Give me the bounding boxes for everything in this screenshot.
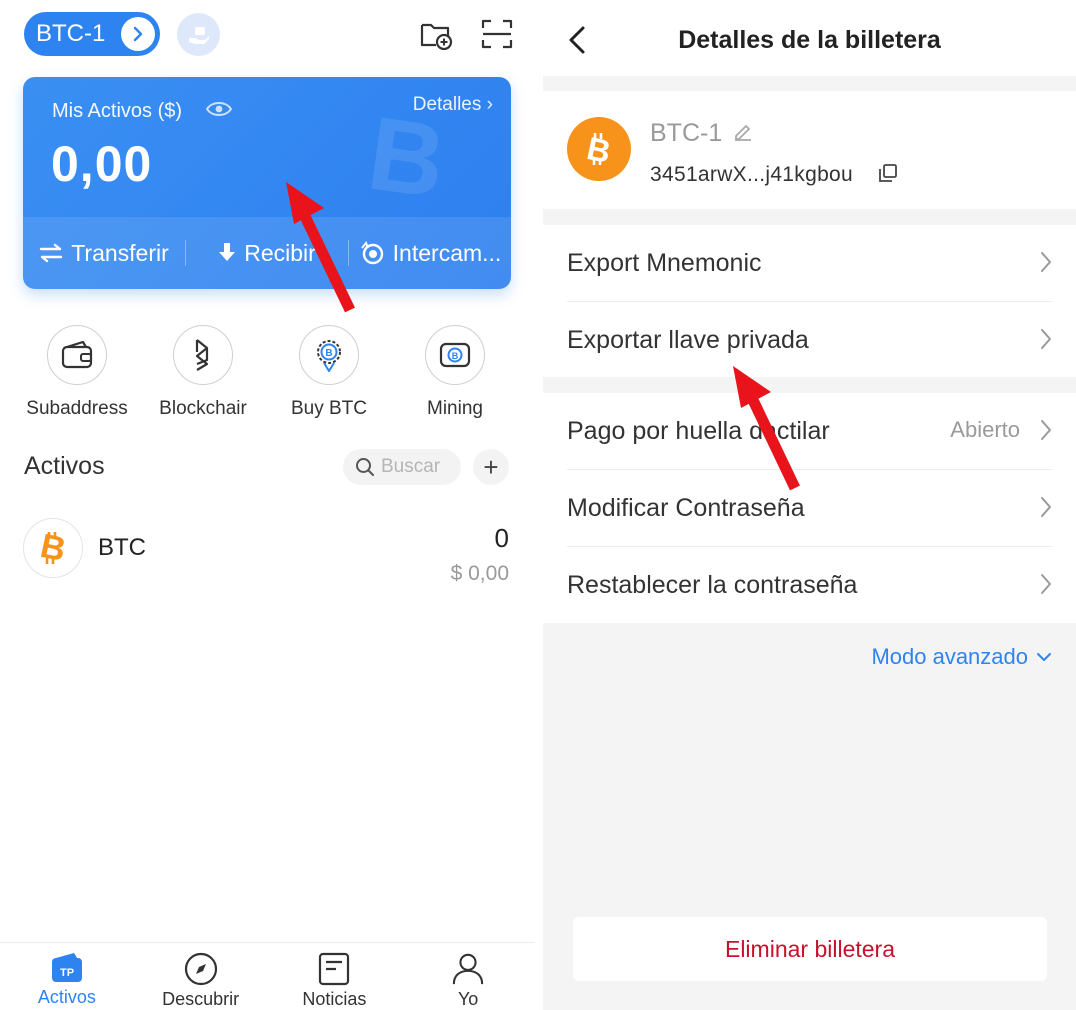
assets-screen: BTC-1 B Mis Activos ($) Detalles › 0,00 … (0, 0, 535, 1010)
wallet-address: 3451arwX...j41kgbou (650, 163, 854, 186)
add-wallet-icon[interactable] (418, 16, 454, 52)
assets-label: Mis Activos ($) (52, 100, 183, 122)
advanced-mode-toggle[interactable]: Modo avanzado (871, 644, 1052, 670)
export-private-key-row[interactable]: Exportar llave privada (567, 302, 1052, 378)
change-password-row[interactable]: Modificar Contraseña (567, 470, 1052, 546)
asset-row-btc[interactable]: B BTC 0 $ 0,00 (23, 518, 513, 585)
transfer-button[interactable]: Transferir (23, 240, 185, 267)
exchange-button[interactable]: Intercam... (349, 240, 511, 267)
bitcoin-logo-icon: B (567, 117, 631, 181)
wallet-name: BTC-1 (36, 20, 106, 47)
nav-noticias[interactable]: Noticias (268, 943, 402, 1010)
copy-icon[interactable] (879, 164, 897, 187)
quick-action-buy-btc[interactable]: B Buy BTC (266, 325, 392, 420)
fingerprint-payment-row[interactable]: Pago por huella dactilar Abierto (567, 393, 1052, 469)
wallet-info-section: B BTC-1 3451arwX...j41kgbou (543, 91, 1076, 209)
tp-wallet-icon: TP (51, 953, 82, 982)
download-arrow-icon (219, 243, 236, 261)
chevron-right-icon (1040, 573, 1052, 602)
exchange-icon (360, 241, 383, 265)
quick-action-blockchair[interactable]: Blockchair (140, 325, 266, 420)
wallet-name: BTC-1 (650, 119, 723, 147)
panel-divider (535, 0, 543, 1010)
bitcoin-logo-icon: B (23, 518, 83, 578)
chevron-down-icon (1037, 653, 1051, 661)
card-action-bar: Transferir Recibir Intercam... (23, 217, 511, 289)
header: Detalles de la billetera (543, 0, 1076, 76)
chevron-right-icon (1040, 251, 1052, 280)
chevron-right-icon (1040, 328, 1052, 357)
edit-pencil-icon[interactable] (733, 121, 753, 146)
fingerprint-status: Abierto (950, 417, 1020, 442)
asset-amount: 0 (494, 523, 509, 553)
bitcoin-badge-icon: B (299, 325, 359, 385)
transfer-arrows-icon (40, 243, 63, 263)
chevron-right-icon (121, 17, 155, 51)
svg-text:TP: TP (60, 967, 74, 979)
hand-coin-icon[interactable] (177, 13, 220, 56)
chevron-right-icon (1040, 419, 1052, 448)
svg-text:B: B (325, 348, 332, 359)
compass-icon (184, 952, 217, 986)
asset-symbol: BTC (98, 534, 146, 561)
nav-yo[interactable]: Yo (401, 943, 535, 1010)
wallet-details-screen: Detalles de la billetera B BTC-1 3451arw… (543, 0, 1076, 1010)
total-balance: 0,00 (51, 136, 153, 192)
export-section: Export Mnemonic Exportar llave privada (543, 225, 1076, 377)
bottom-navigation: TP Activos Descubrir Noticias Yo (0, 942, 535, 1010)
quick-action-mining[interactable]: B Mining (392, 325, 518, 420)
export-mnemonic-row[interactable]: Export Mnemonic (567, 225, 1052, 301)
receive-button[interactable]: Recibir (186, 240, 348, 267)
svg-text:B: B (452, 351, 459, 361)
nav-activos[interactable]: TP Activos (0, 943, 134, 1010)
search-input[interactable]: Buscar (343, 449, 461, 485)
wallet-switcher-button[interactable]: BTC-1 (24, 12, 160, 56)
quick-actions: Subaddress Blockchair B Buy BTC B Mining (0, 325, 535, 420)
security-section: Pago por huella dactilar Abierto Modific… (543, 393, 1076, 623)
search-icon (356, 458, 374, 476)
page-title: Detalles de la billetera (678, 26, 941, 54)
reset-password-row[interactable]: Restablecer la contraseña (567, 547, 1052, 623)
eye-icon[interactable] (205, 99, 233, 124)
add-asset-button[interactable]: + (473, 449, 509, 485)
asset-fiat-value: $ 0,00 (450, 562, 509, 585)
news-icon (319, 952, 350, 986)
nav-descubrir[interactable]: Descubrir (134, 943, 268, 1010)
blockchair-icon (173, 325, 233, 385)
details-link[interactable]: Detalles › (413, 94, 493, 116)
quick-action-subaddress[interactable]: Subaddress (14, 325, 140, 420)
wallet-card-icon (47, 325, 107, 385)
user-icon (452, 953, 484, 985)
scan-icon[interactable] (479, 16, 515, 52)
mining-chip-icon: B (425, 325, 485, 385)
delete-wallet-button[interactable]: Eliminar billetera (573, 917, 1047, 981)
asset-summary-card[interactable]: B Mis Activos ($) Detalles › 0,00 Transf… (23, 77, 511, 289)
chevron-right-icon (1040, 496, 1052, 525)
assets-section-title: Activos (24, 452, 105, 480)
